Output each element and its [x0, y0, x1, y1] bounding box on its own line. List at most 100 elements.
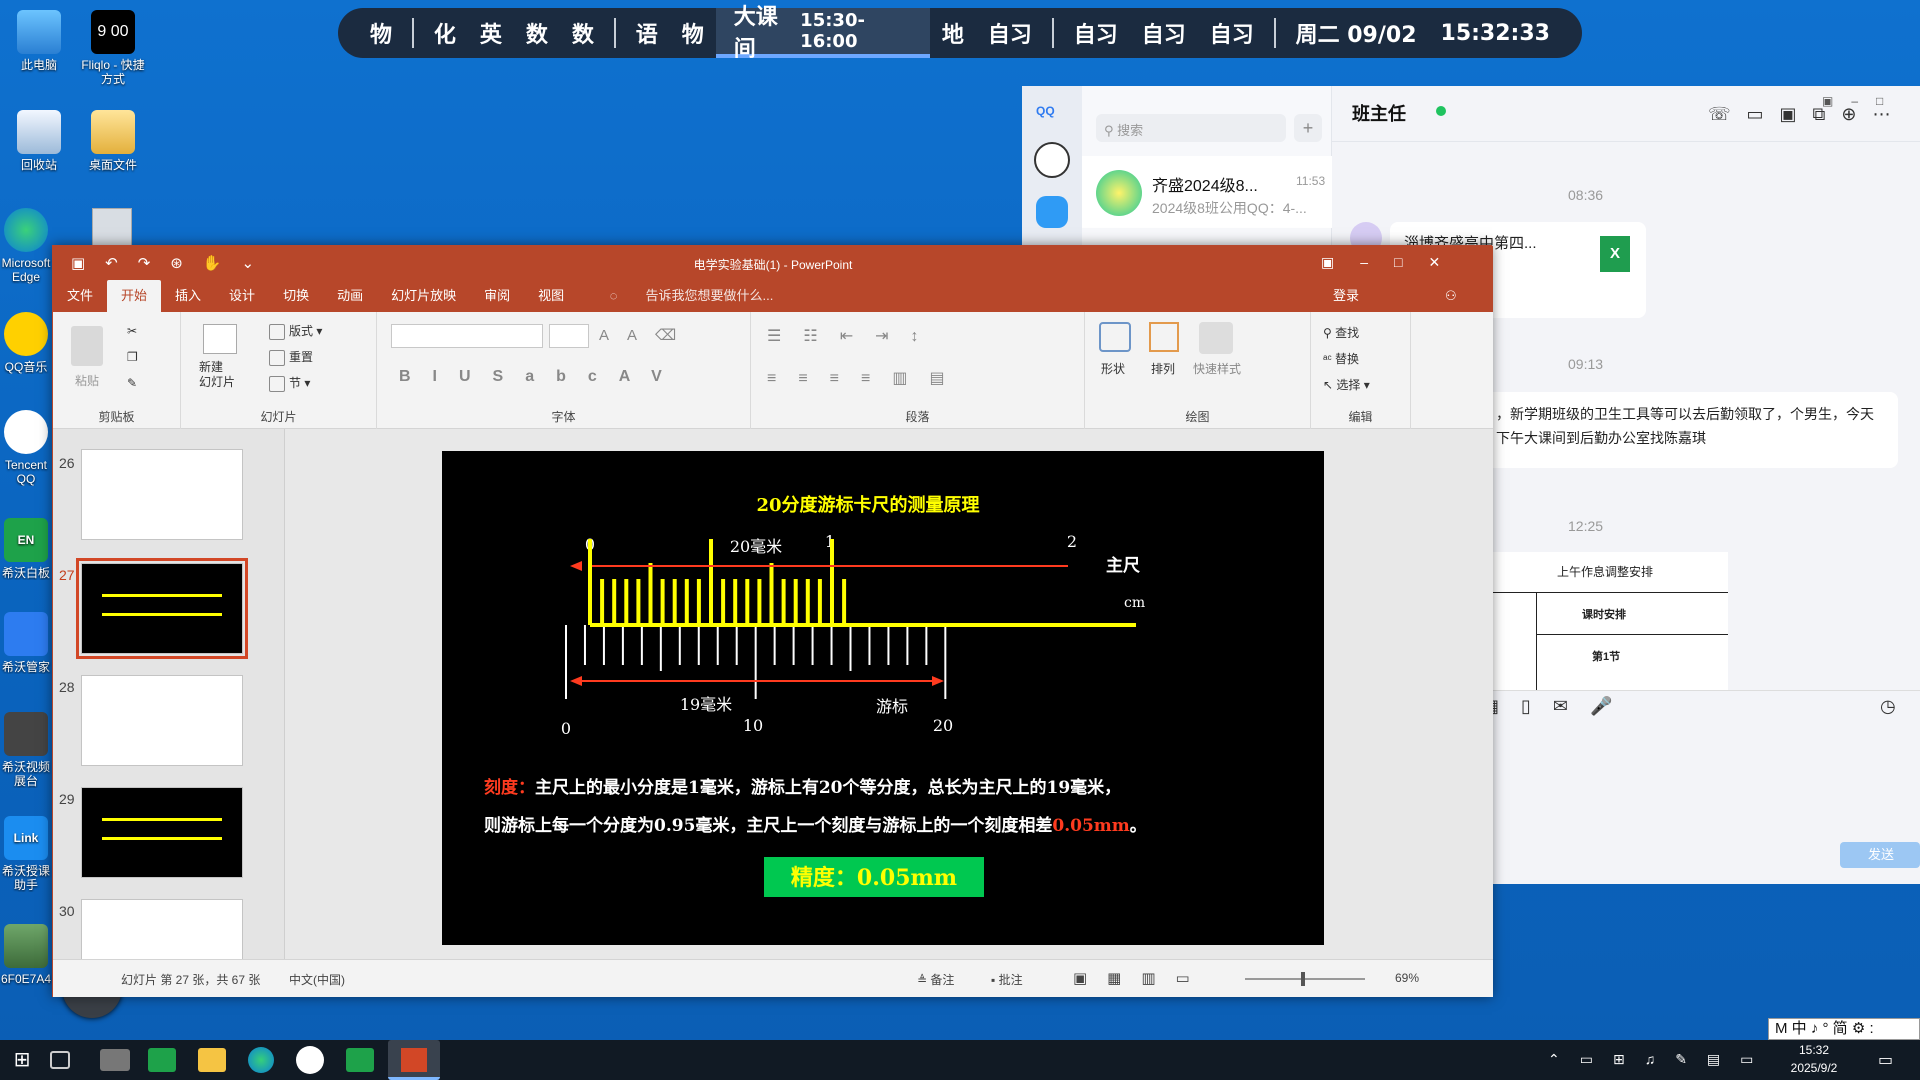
font-size-select[interactable]: [549, 324, 589, 348]
desktop-icon-seewo-board[interactable]: EN 希沃白板: [0, 518, 52, 580]
user-avatar[interactable]: [1034, 142, 1070, 178]
slide-number: 28: [59, 679, 75, 695]
start-button[interactable]: ⊞: [2, 1044, 42, 1076]
desktop-icon-edge[interactable]: Microsoft Edge: [0, 208, 52, 284]
tab-view[interactable]: 视图: [524, 280, 578, 312]
input-toolbar[interactable]: ▦▯✉🎤: [1482, 696, 1634, 717]
arrange-label[interactable]: 排列: [1151, 360, 1175, 377]
qq-icon[interactable]: [296, 1046, 324, 1074]
powerpoint-taskbar-button[interactable]: [388, 1040, 440, 1080]
shapes-label[interactable]: 形状: [1101, 360, 1125, 377]
desktop-icon-desktop-files[interactable]: 桌面文件: [76, 110, 150, 172]
desktop-icon-label: 6F0E7A4: [0, 972, 52, 986]
login-link[interactable]: 登录: [1319, 280, 1373, 312]
tell-me-box[interactable]: ◌ 告诉我您想要做什么...: [582, 280, 802, 312]
view-buttons[interactable]: ▣▦▥▭: [1073, 969, 1210, 987]
taskbar-clock[interactable]: 15:32: [1784, 1043, 1844, 1057]
comments-button[interactable]: ▪ 批注: [991, 971, 1023, 988]
desktop-icon-image[interactable]: 6F0E7A4: [0, 924, 52, 986]
powerpoint-icon: [401, 1048, 427, 1072]
table-image-message[interactable]: 上午作息调整安排 课时安排 第1节: [1482, 552, 1728, 690]
chat-list-item[interactable]: 齐盛2024级8... 11:53 2024级8班公用QQ：4-...: [1082, 156, 1332, 228]
language-indicator[interactable]: 中文(中国): [289, 971, 345, 988]
arrange-icon[interactable]: [1149, 322, 1179, 352]
tab-file[interactable]: 文件: [53, 280, 107, 312]
search-input[interactable]: ⚲ 搜索: [1096, 114, 1286, 142]
quick-styles-label[interactable]: 快速样式: [1193, 360, 1241, 377]
class-schedule-bar: 物 化 英 数 数 语 物 大课间 15:30-16:00 地 自习 自习 自习 …: [338, 5, 1582, 62]
cursor-icon: ↖: [1323, 378, 1337, 392]
reset-button[interactable]: 重置: [269, 348, 313, 366]
section-button[interactable]: 节 ▾: [269, 374, 310, 392]
list-buttons[interactable]: ☰☷⇤⇥↕: [767, 326, 941, 346]
schedule-item: 语: [635, 23, 658, 48]
tab-animations[interactable]: 动画: [323, 280, 377, 312]
cut-icon[interactable]: ✂: [127, 324, 137, 338]
message-icon[interactable]: [1036, 196, 1068, 228]
system-tray-icons[interactable]: ⌃▭⊞♫✎▤▭: [1548, 1051, 1773, 1068]
edge-icon[interactable]: [248, 1047, 274, 1073]
font-style-buttons[interactable]: BIUSabcAV: [399, 368, 684, 386]
slide-thumbnail-26[interactable]: [81, 449, 243, 540]
ime-toolbar[interactable]: M 中 ♪ ° 简 ⚙ :: [1768, 1018, 1920, 1040]
desktop-icon-qq[interactable]: Tencent QQ: [0, 410, 52, 486]
font-family-select[interactable]: [391, 324, 543, 348]
tab-design[interactable]: 设计: [215, 280, 269, 312]
slide-thumbnail-30[interactable]: [81, 899, 243, 959]
tab-transitions[interactable]: 切换: [269, 280, 323, 312]
add-button[interactable]: +: [1294, 114, 1322, 142]
zoom-slider[interactable]: [1245, 978, 1365, 980]
unit-label: cm: [1124, 595, 1145, 611]
message-time: 12:25: [1568, 518, 1604, 534]
send-button[interactable]: 发送: [1840, 842, 1920, 868]
select-button[interactable]: ↖ 选择 ▾: [1323, 376, 1370, 393]
group-label: 字体: [551, 410, 576, 424]
zoom-level[interactable]: 69%: [1395, 971, 1419, 985]
seewo-note-icon[interactable]: [346, 1048, 374, 1072]
format-painter-icon[interactable]: ✎: [127, 376, 137, 390]
file-explorer-icon[interactable]: [198, 1048, 226, 1072]
seewo-board-icon[interactable]: [148, 1048, 176, 1072]
desktop-icon-recycle-bin[interactable]: 回收站: [2, 110, 76, 172]
desktop-icon-label: 桌面文件: [88, 158, 137, 172]
font-size-buttons[interactable]: AA⌫: [599, 326, 694, 344]
task-view-icon[interactable]: [50, 1051, 70, 1069]
desktop-icon-this-pc[interactable]: 此电脑: [2, 10, 76, 72]
arrow-head-left: [570, 676, 582, 686]
new-slide-button[interactable]: 新建 幻灯片: [199, 360, 235, 390]
layout-button[interactable]: 版式 ▾: [269, 322, 322, 340]
chat-preview: 2024级8班公用QQ：4-...: [1152, 200, 1307, 216]
input-divider: [1482, 690, 1920, 691]
tab-home[interactable]: 开始: [107, 280, 162, 312]
slide-thumbnail-28[interactable]: [81, 675, 243, 766]
slide-thumbnail-29[interactable]: [81, 787, 243, 878]
desktop-icon-seewo-camera[interactable]: 希沃视频展台: [0, 712, 52, 788]
paste-label[interactable]: 粘贴: [75, 372, 99, 389]
copy-icon[interactable]: ❐: [127, 350, 138, 364]
shapes-icon[interactable]: [1099, 322, 1131, 352]
notes-button[interactable]: ≜ 备注: [917, 971, 954, 988]
desktop-icon-qq-music[interactable]: QQ音乐: [0, 312, 52, 374]
camera-icon: [4, 712, 48, 756]
desktop-file-thumbnail[interactable]: [92, 208, 132, 246]
window-controls[interactable]: ▣–□: [1822, 94, 1901, 108]
tab-review[interactable]: 审阅: [470, 280, 524, 312]
taskbar-date[interactable]: 2025/9/2: [1778, 1061, 1850, 1075]
camera-app-icon[interactable]: [100, 1049, 130, 1071]
tab-insert[interactable]: 插入: [161, 280, 215, 312]
history-icon[interactable]: ◷: [1880, 696, 1896, 717]
paste-icon[interactable]: [71, 326, 103, 366]
tab-slideshow[interactable]: 幻灯片放映: [377, 280, 470, 312]
zoom-slider-handle[interactable]: [1301, 972, 1305, 986]
quick-styles-icon[interactable]: [1199, 322, 1233, 354]
find-button[interactable]: ⚲ 查找: [1323, 324, 1359, 341]
slide-thumbnail-27[interactable]: [76, 558, 248, 659]
desktop-icon-fliqlo[interactable]: 9 00 Fliqlo - 快捷方式: [76, 10, 150, 86]
desktop-icon-seewo-manager[interactable]: 希沃管家: [0, 612, 52, 674]
align-buttons[interactable]: ≡≡≡≡▥▤: [767, 368, 967, 388]
desktop-icon-seewo-link[interactable]: Link 希沃授课助手: [0, 816, 52, 892]
replace-button[interactable]: ᵃᶜ 替换: [1323, 350, 1359, 367]
window-controls[interactable]: ▣–□✕: [1321, 254, 1466, 271]
notification-icon[interactable]: ▭: [1878, 1050, 1893, 1070]
new-slide-icon[interactable]: [203, 324, 237, 354]
